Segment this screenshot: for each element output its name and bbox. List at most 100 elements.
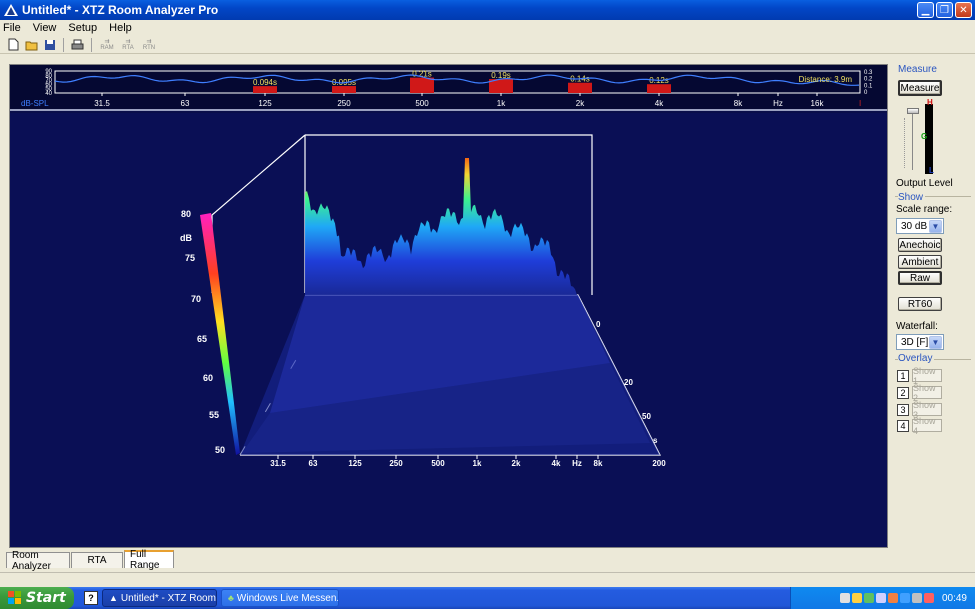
strip-freq-tick-label: 63 <box>181 99 190 108</box>
waterfall-x-tick-label: 2k <box>512 459 521 468</box>
ambient-button[interactable]: Ambient <box>898 255 942 269</box>
output-level-label: Output Level <box>896 178 953 189</box>
waterfall-z-tick-label: 60 <box>203 373 213 383</box>
tray-messenger-icon[interactable] <box>863 593 874 603</box>
strip-freq-tick-label: 2k <box>576 99 585 108</box>
strip-freq-tick-label: 500 <box>415 99 429 108</box>
waterfall-x-tick-label: Hz <box>572 459 582 468</box>
overlay-3-show[interactable]: Show 3 <box>912 400 942 420</box>
waterfall-depth-tick-label: 50 <box>642 412 651 421</box>
slider-ticks <box>904 118 907 168</box>
rt60-button[interactable]: RT60 <box>898 297 942 311</box>
waterfall-select[interactable]: 3D [F] ▼ <box>896 334 944 350</box>
close-button[interactable]: ✕ <box>955 2 972 18</box>
menu-help[interactable]: Help <box>109 22 132 34</box>
strip-marker: I <box>859 99 861 108</box>
output-level-slider-track[interactable] <box>912 114 913 170</box>
chevron-down-icon[interactable]: ▼ <box>929 220 942 233</box>
overlay-3-button[interactable]: 3 <box>897 403 909 416</box>
frequency-response-curve <box>54 74 860 86</box>
minimize-button[interactable]: ▁ <box>917 2 934 18</box>
waterfall-z-tick-label: dB <box>180 233 192 243</box>
waterfall-x-tick-label: 31.5 <box>270 459 286 468</box>
tab-full-range[interactable]: Full Range <box>124 549 174 571</box>
graph-frame: 90 80 70 60 50 40 0.3 0.2 0.1 0 31.5 63 125 250 500 1k 2… <box>9 64 888 548</box>
overlay-section-label: Overlay <box>898 353 935 364</box>
measure-button[interactable]: Measure <box>898 80 942 96</box>
menu-setup[interactable]: Setup <box>68 22 97 34</box>
rt60-strip[interactable]: 90 80 70 60 50 40 0.3 0.2 0.1 0 31.5 63 125 250 500 1k 2… <box>10 65 887 111</box>
anechoic-button[interactable]: Anechoic <box>898 238 942 252</box>
waterfall-value: 3D [F] <box>901 336 929 348</box>
overlay-4-button[interactable]: 4 <box>897 419 909 432</box>
ram-icon[interactable]: ⇉ RAM <box>98 38 116 52</box>
waterfall-z-tick-label: 75 <box>185 253 195 263</box>
tray-app-icon[interactable] <box>875 593 886 603</box>
menu-file[interactable]: File <box>3 22 21 34</box>
new-file-icon[interactable] <box>6 38 21 52</box>
taskbar: Start ? ▲ Untitled* - XTZ Room ... ♣ Windo… <box>0 587 975 609</box>
strip-freq-tick-label: Hz <box>773 99 783 108</box>
waterfall-z-tick-label: 80 <box>181 209 191 219</box>
raw-button[interactable]: Raw <box>898 271 942 285</box>
rta-icon[interactable]: ⇉ RTA <box>119 38 137 52</box>
rtn-icon[interactable]: ⇉ RTN <box>140 38 158 52</box>
distance-readout: Distance: 3.9m <box>799 75 853 84</box>
tab-room-analyzer[interactable]: Room Analyzer <box>6 550 70 572</box>
waterfall-plot-svg: 80dB75706560555031.5 63 125 250 500 1k 2k 4k Hz 8… <box>180 134 666 468</box>
waterfall-x-tick-label: 500 <box>431 459 445 468</box>
status-bar <box>0 572 975 586</box>
rt60-bar <box>410 77 434 93</box>
print-icon[interactable] <box>70 38 85 52</box>
measure-section-label: Measure <box>898 64 937 75</box>
overlay-1-button[interactable]: 1 <box>897 369 909 382</box>
start-button[interactable]: Start <box>0 587 74 609</box>
chevron-down-icon[interactable]: ▼ <box>929 336 942 349</box>
rt60-value-label: 0.094s <box>253 78 277 87</box>
menu-view[interactable]: View <box>33 22 57 34</box>
overlay-row-3: 3 Show 3 <box>897 400 942 420</box>
tray-icons <box>839 593 934 603</box>
open-folder-icon[interactable] <box>24 38 39 52</box>
strip-y-tick-label: 40 <box>45 91 52 97</box>
save-icon[interactable] <box>42 38 57 52</box>
task-room-analyzer[interactable]: ▲ Untitled* - XTZ Room ... <box>102 589 217 607</box>
toolbar-separator <box>63 37 64 52</box>
strip-rt-tick-label: 0.1 <box>864 83 873 89</box>
tab-rta[interactable]: RTA <box>71 552 123 568</box>
tray-app-icon[interactable] <box>923 593 934 603</box>
overlay-1-show[interactable]: Show 1 <box>912 366 942 386</box>
task-windows-live-messenger[interactable]: ♣ Windows Live Messen... <box>221 589 339 607</box>
output-level-slider-handle[interactable] <box>907 108 919 114</box>
strip-freq-tick-label: 1k <box>497 99 506 108</box>
overlay-2-show[interactable]: Show 2 <box>912 383 942 403</box>
overlay-2-button[interactable]: 2 <box>897 386 909 399</box>
tray-app-icon[interactable] <box>887 593 898 603</box>
overlay-4-show[interactable]: Show 4 <box>912 416 942 436</box>
waterfall-z-tick-label: 70 <box>191 294 201 304</box>
tray-app-icon[interactable] <box>899 593 910 603</box>
right-panel: Measure Measure H G L Output Level Show … <box>893 62 975 549</box>
waterfall-depth-tick-label: 20 <box>624 378 633 387</box>
window-title: Untitled* - XTZ Room Analyzer Pro <box>22 3 219 17</box>
waterfall-plot[interactable]: 80 dB 75 70 65 60 55 50 31.5 63 125 250 500 1k 2k 4k Hz 8… <box>10 113 887 547</box>
help-icon[interactable]: ? <box>84 591 98 605</box>
tray-volume-icon[interactable] <box>911 593 922 603</box>
maximize-button[interactable]: ❐ <box>936 2 953 18</box>
tray-security-icon[interactable] <box>851 593 862 603</box>
toolbar: ⇉ RAM ⇉ RTA ⇉ RTN <box>0 36 975 54</box>
messenger-icon: ♣ <box>228 593 234 603</box>
tray-network-icon[interactable] <box>839 593 850 603</box>
overlay-row-1: 1 Show 1 <box>897 366 942 386</box>
strip-freq-tick-label: 16k <box>811 99 825 108</box>
scale-range-select[interactable]: 30 dB ▼ <box>896 218 944 234</box>
scale-range-value: 30 dB <box>901 220 928 232</box>
strip-rt-tick-label: 0 <box>864 90 868 96</box>
waterfall-x-tick-label: 250 <box>389 459 403 468</box>
overlay-row-2: 2 Show 2 <box>897 383 942 403</box>
show-section-label: Show <box>898 192 926 203</box>
app-icon <box>4 4 18 16</box>
output-level-meter: H G L <box>901 98 934 178</box>
system-tray: 00:49 <box>790 587 975 609</box>
waterfall-surface <box>305 158 578 295</box>
